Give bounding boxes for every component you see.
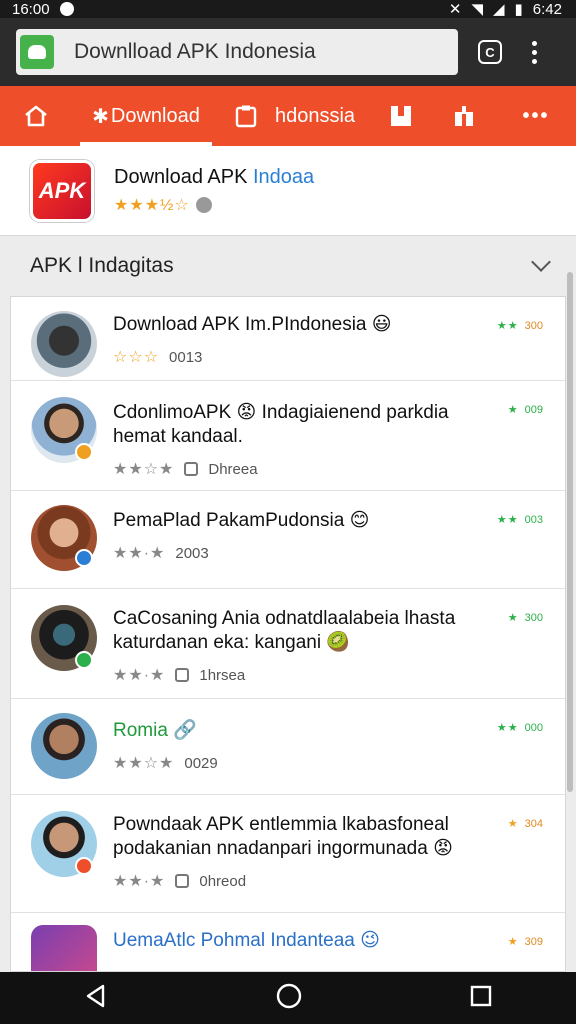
mute-icon: ✕ xyxy=(448,1,462,18)
url-text: Downlload APK Indonesia xyxy=(74,40,316,63)
home-button-icon[interactable] xyxy=(275,982,303,1015)
list-item-meta: 1hrsea xyxy=(199,666,246,684)
section-title: APK l Indagitas xyxy=(30,254,174,277)
menu-kebab-icon[interactable] xyxy=(532,40,537,64)
list-item[interactable]: PemaPlad PakamPudonsia 😊 ★★·★ 2003 ★★ 003 xyxy=(11,491,565,589)
nav-bookmark[interactable] xyxy=(370,86,432,146)
scrollbar[interactable] xyxy=(567,272,573,792)
system-nav-bar xyxy=(0,972,576,1024)
notification-icon xyxy=(59,2,74,16)
list-item-meta: 2003 xyxy=(175,544,209,562)
list-item-stars: ★★☆★ xyxy=(113,461,175,478)
rating-value: 304 xyxy=(524,817,543,830)
status-badge xyxy=(75,857,93,875)
app-logo: APK xyxy=(30,159,94,222)
list-item-title: Powndaak APK entlemmia lkabasfoneal poda… xyxy=(113,814,453,859)
list-item-title: PemaPlad PakamPudonsia 😊 xyxy=(113,510,370,531)
nav-download[interactable]: ✱ Download xyxy=(72,86,220,146)
signal-icon: ◢ xyxy=(492,1,505,18)
globe-icon xyxy=(195,197,212,213)
tabs-button[interactable]: C xyxy=(478,40,502,64)
status-clock: 6:42 xyxy=(532,0,562,18)
list-item-title: Romia 🔗 xyxy=(113,720,197,741)
nav-indonesia[interactable]: hdonssia xyxy=(220,86,370,146)
rating-value: 003 xyxy=(524,513,543,526)
list-item-meta: 0hreod xyxy=(199,872,247,890)
avatar xyxy=(31,925,97,971)
top-nav: ✱ Download hdonssia ••• xyxy=(0,86,576,146)
rating-stars: ★ xyxy=(507,936,519,948)
status-time: 16:00 xyxy=(12,0,50,18)
app-rating-stars: ★★★½☆ xyxy=(114,197,190,214)
list-item-stars: ☆☆☆ xyxy=(113,349,160,366)
site-favicon-icon xyxy=(20,35,54,69)
status-badge xyxy=(75,549,93,567)
list-item[interactable]: Romia 🔗 ★★☆★ 0029 ★★ 000 xyxy=(11,699,565,795)
calendar-icon xyxy=(175,874,190,888)
clipboard-icon xyxy=(235,104,257,128)
rating-value: 309 xyxy=(524,935,543,948)
section-header[interactable]: APK l Indagitas xyxy=(0,236,576,296)
app-title: Download APK Indoaa xyxy=(114,166,315,188)
avatar xyxy=(31,713,97,779)
rating-value: 300 xyxy=(524,611,543,624)
list-item-stars: ★★·★ xyxy=(113,545,166,562)
calendar-icon xyxy=(184,462,199,476)
app-list: Download APK Im.PIndonesia 😃 ☆☆☆ 0013 ★★… xyxy=(10,296,566,972)
list-item-title: UemaAtlc Pohmal Indanteaa 😉 xyxy=(113,930,380,951)
status-badge xyxy=(75,443,93,461)
address-bar[interactable]: Downlload APK Indonesia xyxy=(16,29,458,75)
gear-icon: ✱ xyxy=(92,105,109,128)
recents-icon[interactable] xyxy=(469,984,493,1013)
rating-stars: ★★ xyxy=(496,320,519,332)
nav-share[interactable] xyxy=(432,86,496,146)
list-item-title: CaCosaning Ania odnatdlaalabeia lhasta k… xyxy=(113,608,456,653)
list-item-title: Download APK Im.PIndonesia 😃 xyxy=(113,314,392,335)
rating-stars: ★ xyxy=(507,404,519,416)
list-item[interactable]: UemaAtlc Pohmal Indanteaa 😉 ★ 309 xyxy=(11,913,565,971)
list-item-meta: 0029 xyxy=(184,754,218,772)
list-item-stars: ★★☆★ xyxy=(113,755,175,772)
calendar-icon xyxy=(175,668,190,682)
nav-indonesia-label: hdonssia xyxy=(274,104,356,127)
rating-value: 000 xyxy=(524,721,543,734)
list-item-stars: ★★·★ xyxy=(113,667,166,684)
list-item-stars: ★★·★ xyxy=(113,873,166,890)
rating-stars: ★★ xyxy=(496,722,519,734)
rating-stars: ★★ xyxy=(496,514,519,526)
nav-home[interactable] xyxy=(0,86,72,146)
back-icon[interactable] xyxy=(83,983,109,1014)
list-item-title: CdonlimoAPK 😡 Indagiaienend parkdia hema… xyxy=(113,402,449,447)
list-item[interactable]: Download APK Im.PIndonesia 😃 ☆☆☆ 0013 ★★… xyxy=(11,297,565,381)
list-item-meta: Dhreea xyxy=(208,460,258,478)
more-icon[interactable]: ••• xyxy=(496,86,576,146)
rating-stars: ★ xyxy=(507,818,519,830)
avatar xyxy=(31,311,97,377)
app-header[interactable]: APK Download APK Indoaa ★★★½☆ xyxy=(0,146,576,236)
wifi-icon: ◥ xyxy=(471,1,483,18)
rating-value: 300 xyxy=(524,319,543,332)
rating-value: 009 xyxy=(524,403,543,416)
list-item-meta: 0013 xyxy=(169,348,203,366)
browser-toolbar: Downlload APK Indonesia C xyxy=(0,18,576,86)
list-item[interactable]: Powndaak APK entlemmia lkabasfoneal poda… xyxy=(11,795,565,913)
list-item[interactable]: CdonlimoAPK 😡 Indagiaienend parkdia hema… xyxy=(11,381,565,491)
chevron-down-icon[interactable] xyxy=(531,252,551,272)
share-icon xyxy=(453,104,475,128)
status-badge xyxy=(75,651,93,669)
status-bar: 16:00 ✕ ◥ ◢ ▮ 6:42 xyxy=(0,0,576,18)
bookmark-icon xyxy=(389,104,413,128)
rating-stars: ★ xyxy=(507,612,519,624)
list-item[interactable]: CaCosaning Ania odnatdlaalabeia lhasta k… xyxy=(11,589,565,699)
battery-icon: ▮ xyxy=(514,1,523,18)
nav-download-label: Download xyxy=(110,104,200,127)
home-icon xyxy=(23,104,49,128)
